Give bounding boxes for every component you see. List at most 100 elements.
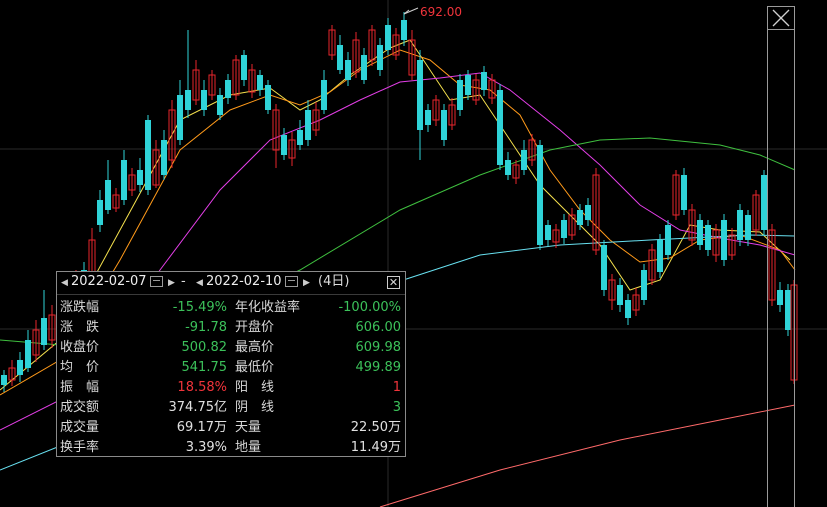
high-price-label: 692.00 <box>420 5 462 19</box>
candle-body <box>577 210 583 225</box>
stat-value: 69.17万 <box>176 420 227 435</box>
selection-band[interactable] <box>767 6 795 507</box>
candle-body <box>17 360 23 375</box>
stat-label: 阳 线 <box>235 380 275 395</box>
stats-row: 成交额 374.75亿阴 线 3 <box>57 398 405 418</box>
stat-value: 18.58% <box>177 380 227 395</box>
stat-value: 541.75 <box>181 360 228 375</box>
candle-body <box>305 110 311 140</box>
start-calendar-icon[interactable] <box>150 276 163 287</box>
candle-body <box>281 135 287 155</box>
stat-value: 609.98 <box>355 340 402 355</box>
candle-body <box>361 55 367 80</box>
stats-row: 成交量 69.17万 天量 22.50万 <box>57 418 405 438</box>
candle-body <box>321 80 327 110</box>
stat-label: 均 价 <box>60 360 100 375</box>
selection-close-button[interactable] <box>767 6 795 30</box>
panel-close-icon[interactable]: ✕ <box>387 276 400 289</box>
date-separator: - <box>181 274 186 289</box>
high-marker <box>403 7 419 15</box>
end-date-field[interactable]: 2022-02-10 <box>206 274 282 290</box>
candle-body <box>241 55 247 80</box>
range-stats-header: ◀ 2022-02-07 ▶ - ◀ 2022-02-10 ▶ (4日) ✕ <box>57 272 405 295</box>
candle-body <box>505 160 511 175</box>
close-icon <box>772 9 790 27</box>
candle-body <box>745 215 751 240</box>
candle-body <box>585 205 591 220</box>
stat-value: 500.82 <box>181 340 228 355</box>
candle-body <box>737 210 743 240</box>
stats-row: 涨 跌 -91.78 开盘价 606.00 <box>57 318 405 338</box>
stat-value: -15.49% <box>172 300 227 315</box>
days-count: (4日) <box>318 274 350 289</box>
start-date-prev-icon[interactable]: ◀ <box>61 275 68 291</box>
high-marker-arrow <box>403 7 419 15</box>
candle-body <box>97 200 103 225</box>
stat-label: 最低价 <box>235 360 275 375</box>
stat-label: 成交量 <box>60 420 100 435</box>
candle-body <box>25 340 31 368</box>
candle-body <box>217 95 223 115</box>
end-date-prev-icon[interactable]: ◀ <box>196 275 203 291</box>
candle-body <box>257 75 263 90</box>
start-date-next-icon[interactable]: ▶ <box>168 275 175 291</box>
stats-row: 收盘价 500.82 最高价 609.98 <box>57 338 405 358</box>
candle-body <box>225 80 231 98</box>
stat-label: 阴 线 <box>235 400 275 415</box>
candle-body <box>185 90 191 110</box>
stat-value: 606.00 <box>355 320 402 335</box>
end-date-next-icon[interactable]: ▶ <box>303 275 310 291</box>
stats-row: 涨跌幅 -15.49% 年化收益率 -100.00% <box>57 298 405 318</box>
stat-value: 11.49万 <box>350 440 401 455</box>
candle-body <box>665 225 671 255</box>
stat-label: 涨 跌 <box>60 320 100 335</box>
candle-body <box>265 85 271 110</box>
candle-body <box>721 220 727 260</box>
stat-label: 天量 <box>235 420 262 435</box>
candle-body <box>377 45 383 70</box>
candle-body <box>161 140 167 175</box>
candle-body <box>337 45 343 70</box>
candle-body <box>617 285 623 305</box>
stat-label: 涨跌幅 <box>60 300 100 315</box>
stats-row: 换手率 3.39% 地量 11.49万 <box>57 438 405 458</box>
candle-body <box>41 318 47 345</box>
candle-body <box>385 25 391 50</box>
stats-row: 均 价 541.75 最低价 499.89 <box>57 358 405 378</box>
candle-body <box>697 220 703 245</box>
candle-body <box>681 175 687 210</box>
candle-body <box>601 245 607 290</box>
stat-value: 499.89 <box>355 360 402 375</box>
candle-body <box>457 80 463 110</box>
stat-value: 374.75亿 <box>168 400 228 415</box>
candle-body <box>137 170 143 185</box>
stat-label: 最高价 <box>235 340 275 355</box>
stat-label: 换手率 <box>60 440 100 455</box>
ma250-line <box>379 404 796 507</box>
candle-body <box>401 20 407 40</box>
candle-body <box>465 75 471 95</box>
candle-body <box>545 225 551 240</box>
candle-body <box>297 130 303 145</box>
end-calendar-icon[interactable] <box>285 276 298 287</box>
candle-body <box>521 150 527 170</box>
stat-value: -100.00% <box>338 300 401 315</box>
candle-body <box>177 95 183 140</box>
candle-body <box>105 180 111 210</box>
candle-body <box>705 225 711 250</box>
candle-body <box>145 120 151 190</box>
candle-body <box>1 375 7 385</box>
stat-label: 年化收益率 <box>235 300 301 315</box>
candle-body <box>345 60 351 80</box>
candle-body <box>561 220 567 238</box>
candle-body <box>537 145 543 245</box>
candle-body <box>481 72 487 90</box>
candle-body <box>441 110 447 140</box>
candle-body <box>657 240 663 272</box>
stat-label: 收盘价 <box>60 340 100 355</box>
stat-label: 成交额 <box>60 400 100 415</box>
start-date-field[interactable]: 2022-02-07 <box>71 274 147 290</box>
candle-body <box>121 160 127 200</box>
candle-body <box>425 110 431 125</box>
stat-value: 3 <box>392 400 401 415</box>
